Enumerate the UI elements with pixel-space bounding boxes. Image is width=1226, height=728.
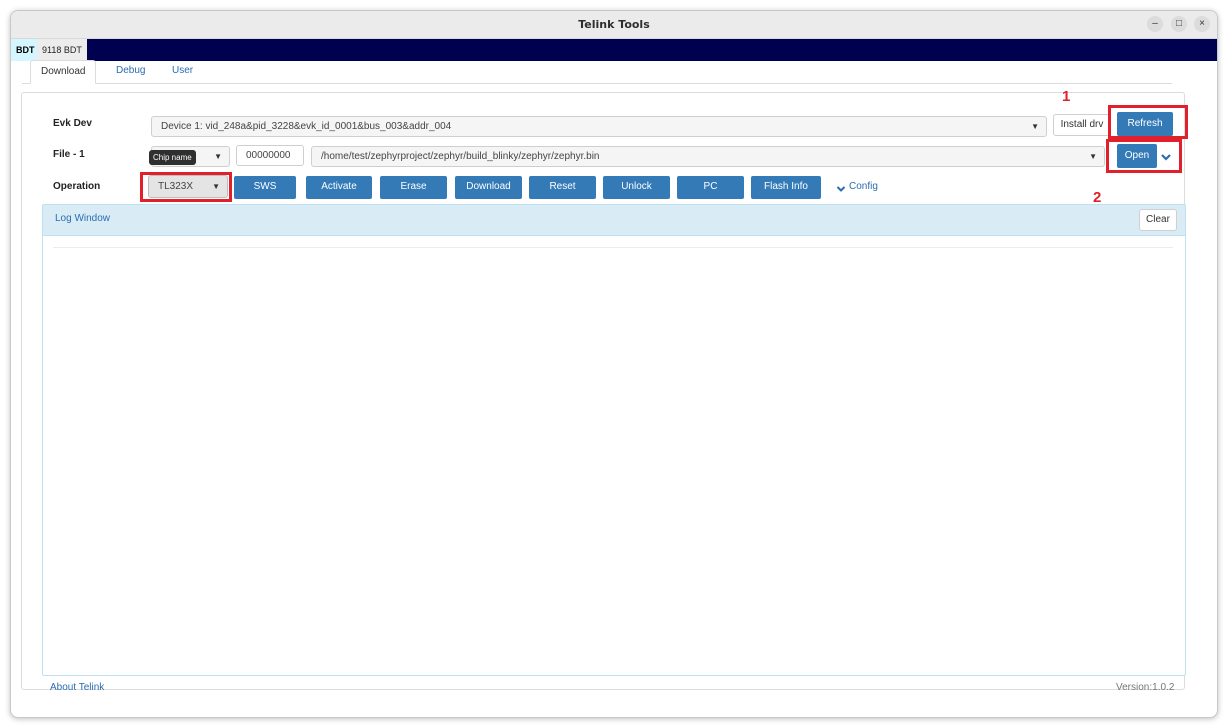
flash-info-button[interactable]: Flash Info	[751, 176, 821, 199]
chevron-down-icon	[836, 181, 846, 192]
install-drv-button[interactable]: Install drv	[1053, 114, 1111, 136]
pc-button[interactable]: PC	[677, 176, 744, 199]
minimize-button[interactable]: –	[1147, 16, 1163, 32]
log-window-title: Log Window	[55, 213, 111, 224]
config-toggle[interactable]: Config	[849, 181, 878, 192]
activate-button[interactable]: Activate	[306, 176, 372, 199]
file-label: File - 1	[53, 149, 85, 160]
download-button[interactable]: Download	[455, 176, 522, 199]
window-title: Telink Tools	[578, 18, 650, 31]
top-tab-bar: BDT 9118 BDT	[11, 39, 1217, 61]
about-telink-link[interactable]: About Telink	[50, 682, 104, 693]
sws-button[interactable]: SWS	[234, 176, 296, 199]
annotation-number-1: 1	[1062, 88, 1071, 105]
highlight-box-chip	[140, 172, 232, 202]
unlock-button[interactable]: Unlock	[603, 176, 670, 199]
evk-device-select[interactable]: Device 1: vid_248a&pid_3228&evk_id_0001&…	[151, 116, 1047, 137]
chevron-down-icon: ▼	[214, 152, 222, 161]
tab-user[interactable]: User	[162, 60, 203, 82]
erase-button[interactable]: Erase	[380, 176, 447, 199]
close-button[interactable]: ×	[1194, 16, 1210, 32]
reset-button[interactable]: Reset	[529, 176, 596, 199]
chevron-down-icon: ▼	[1089, 152, 1097, 161]
title-bar: Telink Tools – □ ×	[11, 11, 1217, 39]
log-divider	[53, 247, 1173, 248]
file-path-value: /home/test/zephyrproject/zephyr/build_bl…	[321, 151, 600, 162]
log-output[interactable]	[53, 251, 1173, 661]
chip-name-tooltip: Chip name	[149, 150, 196, 165]
evk-device-value: Device 1: vid_248a&pid_3228&evk_id_0001&…	[161, 121, 452, 132]
maximize-button[interactable]: □	[1171, 16, 1187, 32]
evk-dev-label: Evk Dev	[53, 118, 92, 129]
tab-9118-bdt[interactable]: 9118 BDT	[37, 39, 87, 61]
version-label: Version:1.0.2	[1116, 682, 1175, 693]
tab-debug[interactable]: Debug	[106, 60, 155, 82]
highlight-box-open	[1106, 139, 1182, 173]
operation-label: Operation	[53, 181, 101, 192]
highlight-box-refresh	[1108, 105, 1188, 139]
tab-bdt[interactable]: BDT	[11, 39, 40, 61]
chevron-down-icon: ▼	[1031, 122, 1039, 131]
file-path-select[interactable]: /home/test/zephyrproject/zephyr/build_bl…	[311, 146, 1105, 167]
log-window: Log Window Clear	[42, 204, 1186, 676]
sub-tab-bar: Download Debug User	[22, 60, 1172, 84]
address-input[interactable]: 00000000	[236, 145, 304, 166]
tab-download[interactable]: Download	[30, 60, 97, 84]
clear-button[interactable]: Clear	[1139, 209, 1177, 231]
log-window-header: Log Window Clear	[43, 205, 1185, 236]
